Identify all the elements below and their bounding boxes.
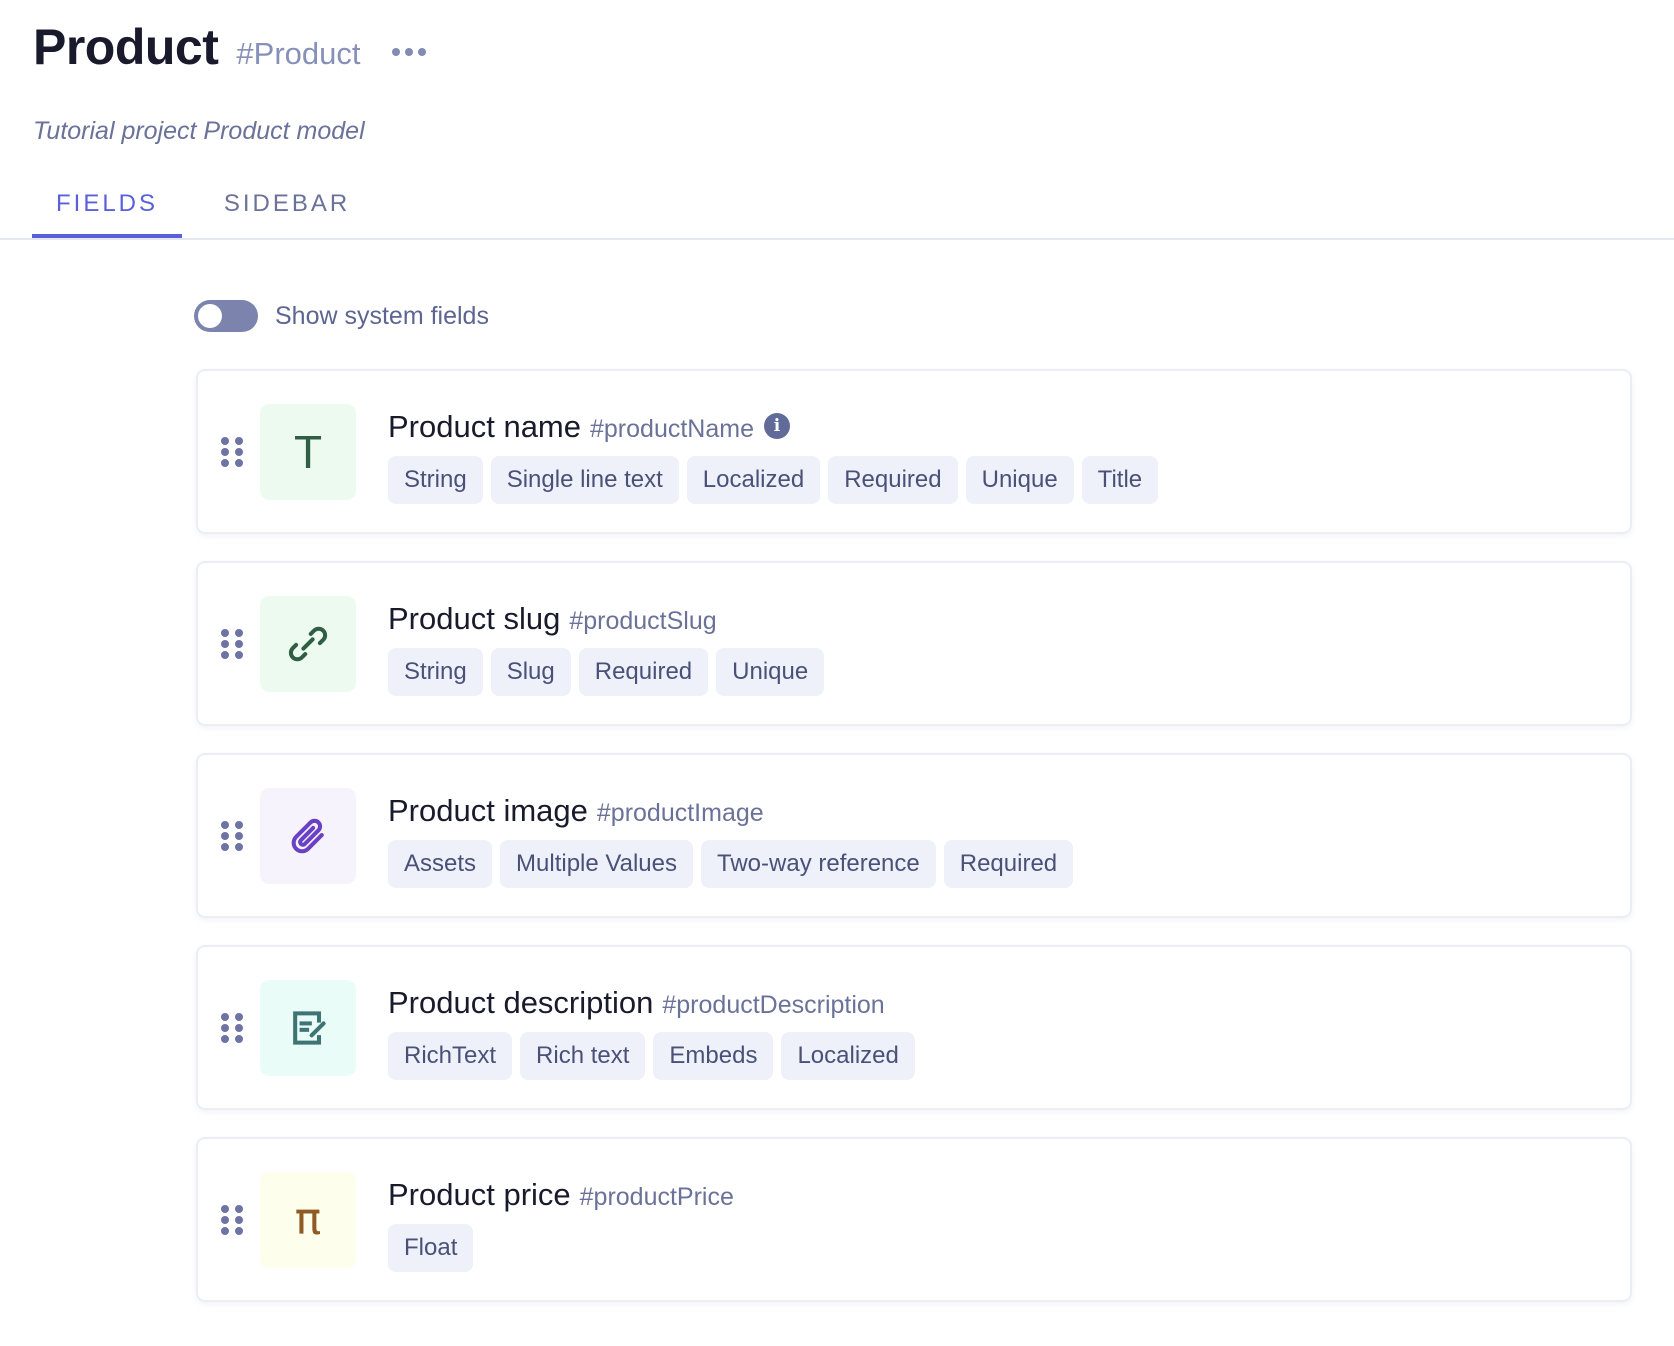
- drag-handle-icon[interactable]: [221, 437, 243, 469]
- drag-handle-icon[interactable]: [221, 1013, 243, 1045]
- field-tag: Required: [828, 456, 958, 504]
- rich-text-edit-icon: [293, 1011, 326, 1045]
- field-card[interactable]: π Product price #productPrice Float: [196, 1137, 1632, 1302]
- field-tags: String Slug Required Unique: [388, 648, 825, 696]
- field-tag: Multiple Values: [500, 840, 693, 888]
- tab-bar: FIELDS SIDEBAR: [0, 180, 1674, 240]
- field-type-icon-box: [260, 980, 356, 1076]
- model-api-id: #Product: [236, 36, 361, 71]
- dot: [405, 48, 414, 56]
- field-tag: Float: [388, 1224, 474, 1272]
- field-tag: Rich text: [520, 1032, 646, 1080]
- field-api-id: #productDescription: [662, 990, 885, 1019]
- field-tags: Float: [388, 1224, 734, 1272]
- link-icon: [288, 626, 328, 662]
- field-card[interactable]: Product image #productImage Assets Multi…: [196, 753, 1632, 918]
- field-tag: Embeds: [653, 1032, 774, 1080]
- field-info: Product slug #productSlug String Slug Re…: [388, 599, 825, 696]
- paperclip-icon: [291, 818, 324, 854]
- field-card[interactable]: Product description #productDescription …: [196, 945, 1632, 1110]
- field-tag: String: [388, 456, 483, 504]
- field-info: Product description #productDescription …: [388, 983, 915, 1080]
- tab-fields[interactable]: FIELDS: [32, 190, 182, 238]
- info-icon[interactable]: i: [763, 413, 790, 439]
- field-tag: Assets: [388, 840, 493, 888]
- field-tag: Unique: [716, 648, 825, 696]
- field-tag: String: [388, 648, 483, 696]
- field-info: Product price #productPrice Float: [388, 1175, 734, 1272]
- field-name: Product price: [388, 1177, 571, 1212]
- field-tag: Two-way reference: [701, 840, 936, 888]
- field-type-icon-box: [260, 596, 356, 692]
- field-card[interactable]: T Product name #productName i String Sin…: [196, 369, 1632, 534]
- field-tags: String Single line text Localized Requir…: [388, 456, 1159, 504]
- field-name: Product description: [388, 985, 654, 1020]
- system-fields-label[interactable]: Show system fields: [275, 302, 489, 331]
- field-api-id: #productPrice: [579, 1182, 734, 1211]
- field-name: Product slug: [388, 601, 561, 636]
- field-type-icon-box: T: [260, 404, 356, 500]
- field-info: Product name #productName i String Singl…: [388, 407, 1159, 504]
- field-type-icon-box: π: [260, 1172, 356, 1268]
- field-tag: Single line text: [490, 456, 679, 504]
- field-tag: Slug: [490, 648, 571, 696]
- dot: [392, 48, 401, 56]
- system-fields-toggle[interactable]: [194, 300, 258, 332]
- dot: [418, 48, 427, 56]
- field-tag: Unique: [965, 456, 1074, 504]
- more-options-icon[interactable]: [390, 44, 428, 60]
- field-info: Product image #productImage Assets Multi…: [388, 791, 1074, 888]
- field-api-id: #productName: [590, 414, 754, 443]
- field-name: Product image: [388, 793, 588, 828]
- page-title: Product: [33, 19, 219, 75]
- field-api-id: #productSlug: [569, 606, 717, 635]
- field-tag: Localized: [686, 456, 821, 504]
- drag-handle-icon[interactable]: [221, 821, 243, 853]
- field-api-id: #productImage: [596, 798, 764, 827]
- field-tag: Title: [1081, 456, 1159, 504]
- field-tag: RichText: [388, 1032, 513, 1080]
- drag-handle-icon[interactable]: [221, 1205, 243, 1237]
- text-icon: T: [293, 426, 323, 478]
- field-list: T Product name #productName i String Sin…: [196, 369, 1632, 1329]
- model-description: Tutorial project Product model: [33, 117, 365, 145]
- field-card[interactable]: Product slug #productSlug String Slug Re…: [196, 561, 1632, 726]
- pi-icon: π: [294, 1194, 322, 1245]
- system-fields-toggle-row: Show system fields: [194, 300, 489, 332]
- field-type-icon-box: [260, 788, 356, 884]
- field-tags: Assets Multiple Values Two-way reference…: [388, 840, 1074, 888]
- field-tags: RichText Rich text Embeds Localized: [388, 1032, 915, 1080]
- tab-sidebar[interactable]: SIDEBAR: [222, 190, 352, 238]
- model-header: Product #Product: [33, 18, 428, 76]
- toggle-knob: [198, 304, 222, 328]
- field-tag: Localized: [781, 1032, 915, 1080]
- field-name: Product name: [388, 409, 581, 444]
- field-tag: Required: [578, 648, 709, 696]
- drag-handle-icon[interactable]: [221, 629, 243, 661]
- field-tag: Required: [943, 840, 1074, 888]
